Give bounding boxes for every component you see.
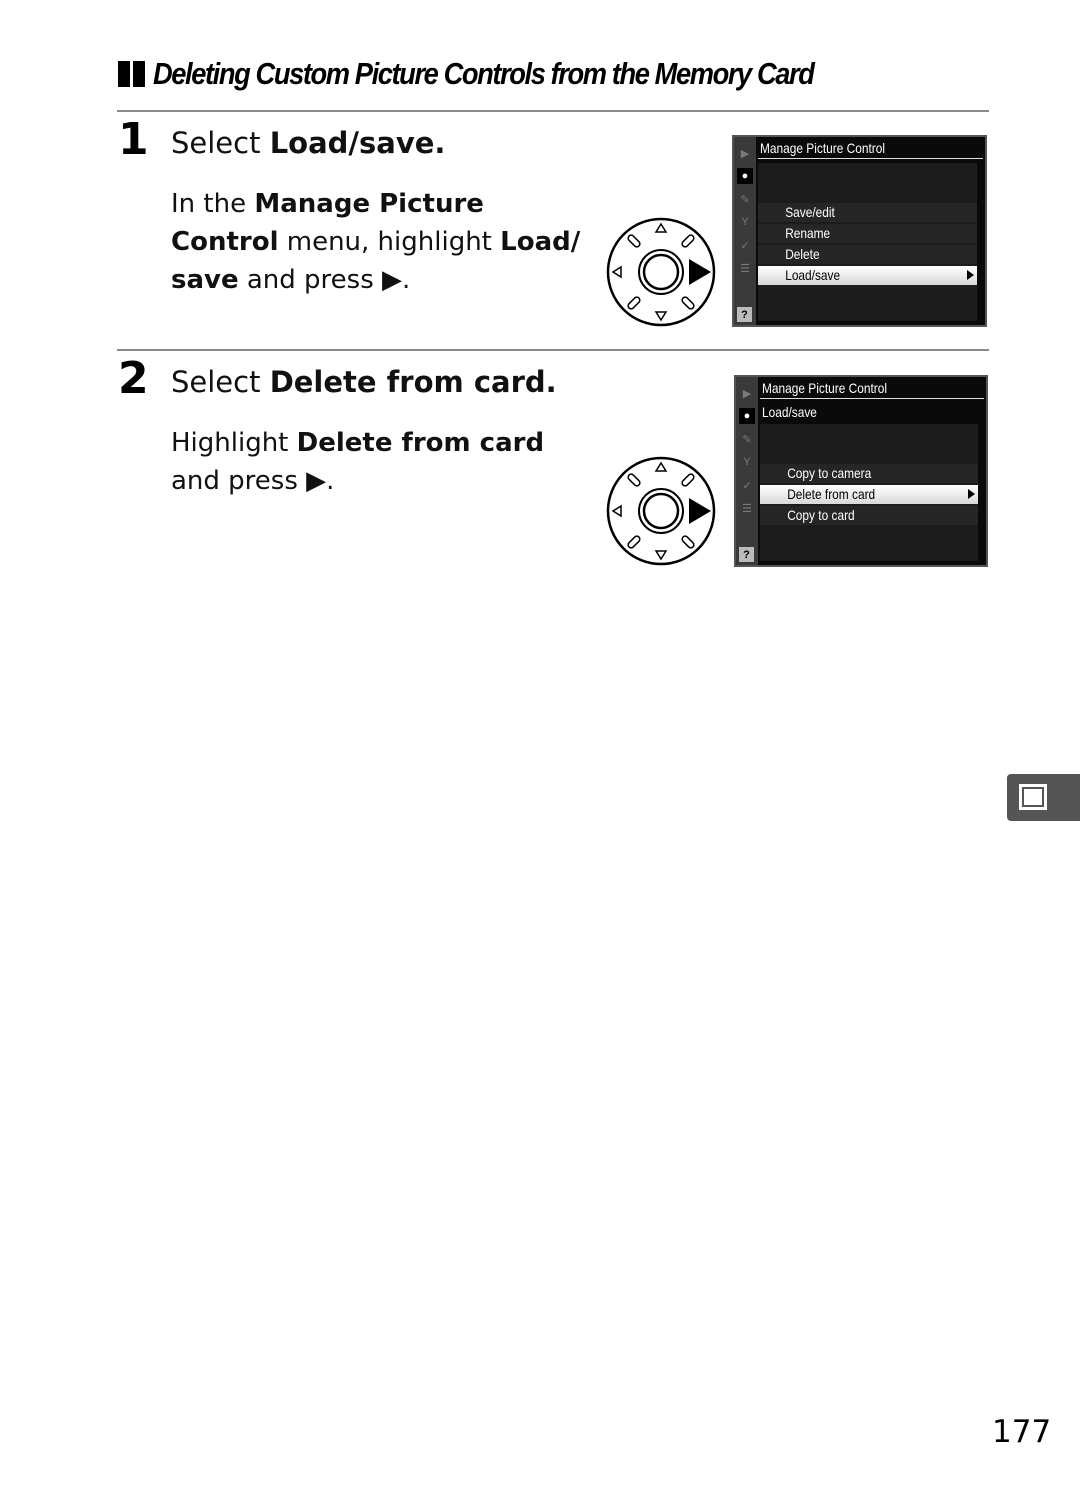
multi-selector-icon (606, 217, 716, 327)
section-marker-icon (118, 61, 145, 87)
page-number: 177 (992, 1414, 1052, 1450)
body-bold: Delete from card (296, 428, 545, 458)
body-text: In the (171, 189, 255, 219)
chapter-tab[interactable] (1007, 774, 1080, 821)
step-title: Select Delete from card. (171, 368, 557, 397)
step-title-suffix: . (545, 365, 557, 399)
help-icon: ? (739, 547, 754, 562)
camera-screen-load-save: ▶ ● ✎ Y ✓ ☰ ? Manage Picture Control Loa… (734, 375, 988, 567)
playback-menu-icon: ▶ (740, 147, 750, 160)
title-underline (758, 158, 983, 159)
step-title: Select Load/save. (171, 129, 445, 158)
submenu-arrow-icon (967, 270, 974, 280)
my-menu-icon: ☰ (742, 502, 752, 515)
screen-title: Manage Picture Control (762, 380, 888, 396)
step-title-bold: Delete from card (269, 365, 546, 399)
screen-title: Manage Picture Control (760, 140, 886, 156)
menu-item[interactable]: Rename (758, 224, 977, 243)
body-text: menu, highlight (278, 227, 501, 257)
custom-settings-icon: ✎ (740, 193, 750, 206)
menu-sidebar: ▶ ● ✎ Y ✓ ☰ ? (734, 137, 756, 325)
body-bold: Manage Picture (254, 189, 484, 219)
body-text: and press ▶. (238, 265, 411, 295)
step-title-prefix: Select (171, 365, 270, 399)
step-number: 2 (118, 353, 149, 404)
menu-item[interactable]: Copy to camera (760, 464, 978, 483)
body-bold: save (171, 265, 239, 295)
playback-menu-icon: ▶ (742, 387, 752, 400)
step-body: Highlight Delete from card and press ▶. (171, 424, 544, 500)
custom-settings-icon: ✎ (742, 433, 752, 446)
retouch-menu-icon: ✓ (740, 239, 750, 252)
menu-sidebar: ▶ ● ✎ Y ✓ ☰ ? (736, 377, 758, 565)
body-text: Highlight (171, 428, 297, 458)
body-text: and press ▶. (171, 466, 335, 496)
title-underline (760, 398, 984, 399)
menu-item-highlighted[interactable]: Load/save (758, 266, 977, 285)
screen-subtitle: Load/save (762, 404, 817, 420)
body-bold: Control (171, 227, 279, 257)
divider (117, 349, 989, 351)
step-title-suffix: . (434, 126, 446, 160)
menu-item[interactable]: Save/edit (758, 203, 977, 222)
step-body: In the Manage Picture Control menu, high… (171, 185, 580, 299)
menu-item[interactable]: Copy to card (760, 506, 978, 525)
help-icon: ? (737, 307, 752, 322)
camera-screen-manage-picture-control: ▶ ● ✎ Y ✓ ☰ ? Manage Picture Control Sav… (732, 135, 987, 327)
my-menu-icon: ☰ (740, 262, 750, 275)
shooting-menu-icon: ● (739, 408, 755, 424)
section-header: Deleting Custom Picture Controls from th… (118, 56, 904, 92)
shooting-menu-icon: ● (737, 168, 753, 184)
retouch-menu-icon: ✓ (742, 479, 752, 492)
submenu-arrow-icon (968, 489, 975, 499)
setup-menu-icon: Y (741, 216, 749, 228)
step-title-bold: Load/save (269, 126, 435, 160)
picture-control-icon (1017, 782, 1049, 812)
section-title: Deleting Custom Picture Controls from th… (153, 56, 815, 91)
divider (117, 110, 989, 112)
multi-selector-icon (606, 456, 716, 566)
step-title-prefix: Select (171, 126, 270, 160)
menu-item[interactable]: Delete (758, 245, 977, 264)
setup-menu-icon: Y (743, 456, 751, 468)
body-bold: Load/ (500, 227, 581, 257)
step-number: 1 (118, 114, 149, 165)
menu-item-highlighted[interactable]: Delete from card (760, 485, 978, 504)
